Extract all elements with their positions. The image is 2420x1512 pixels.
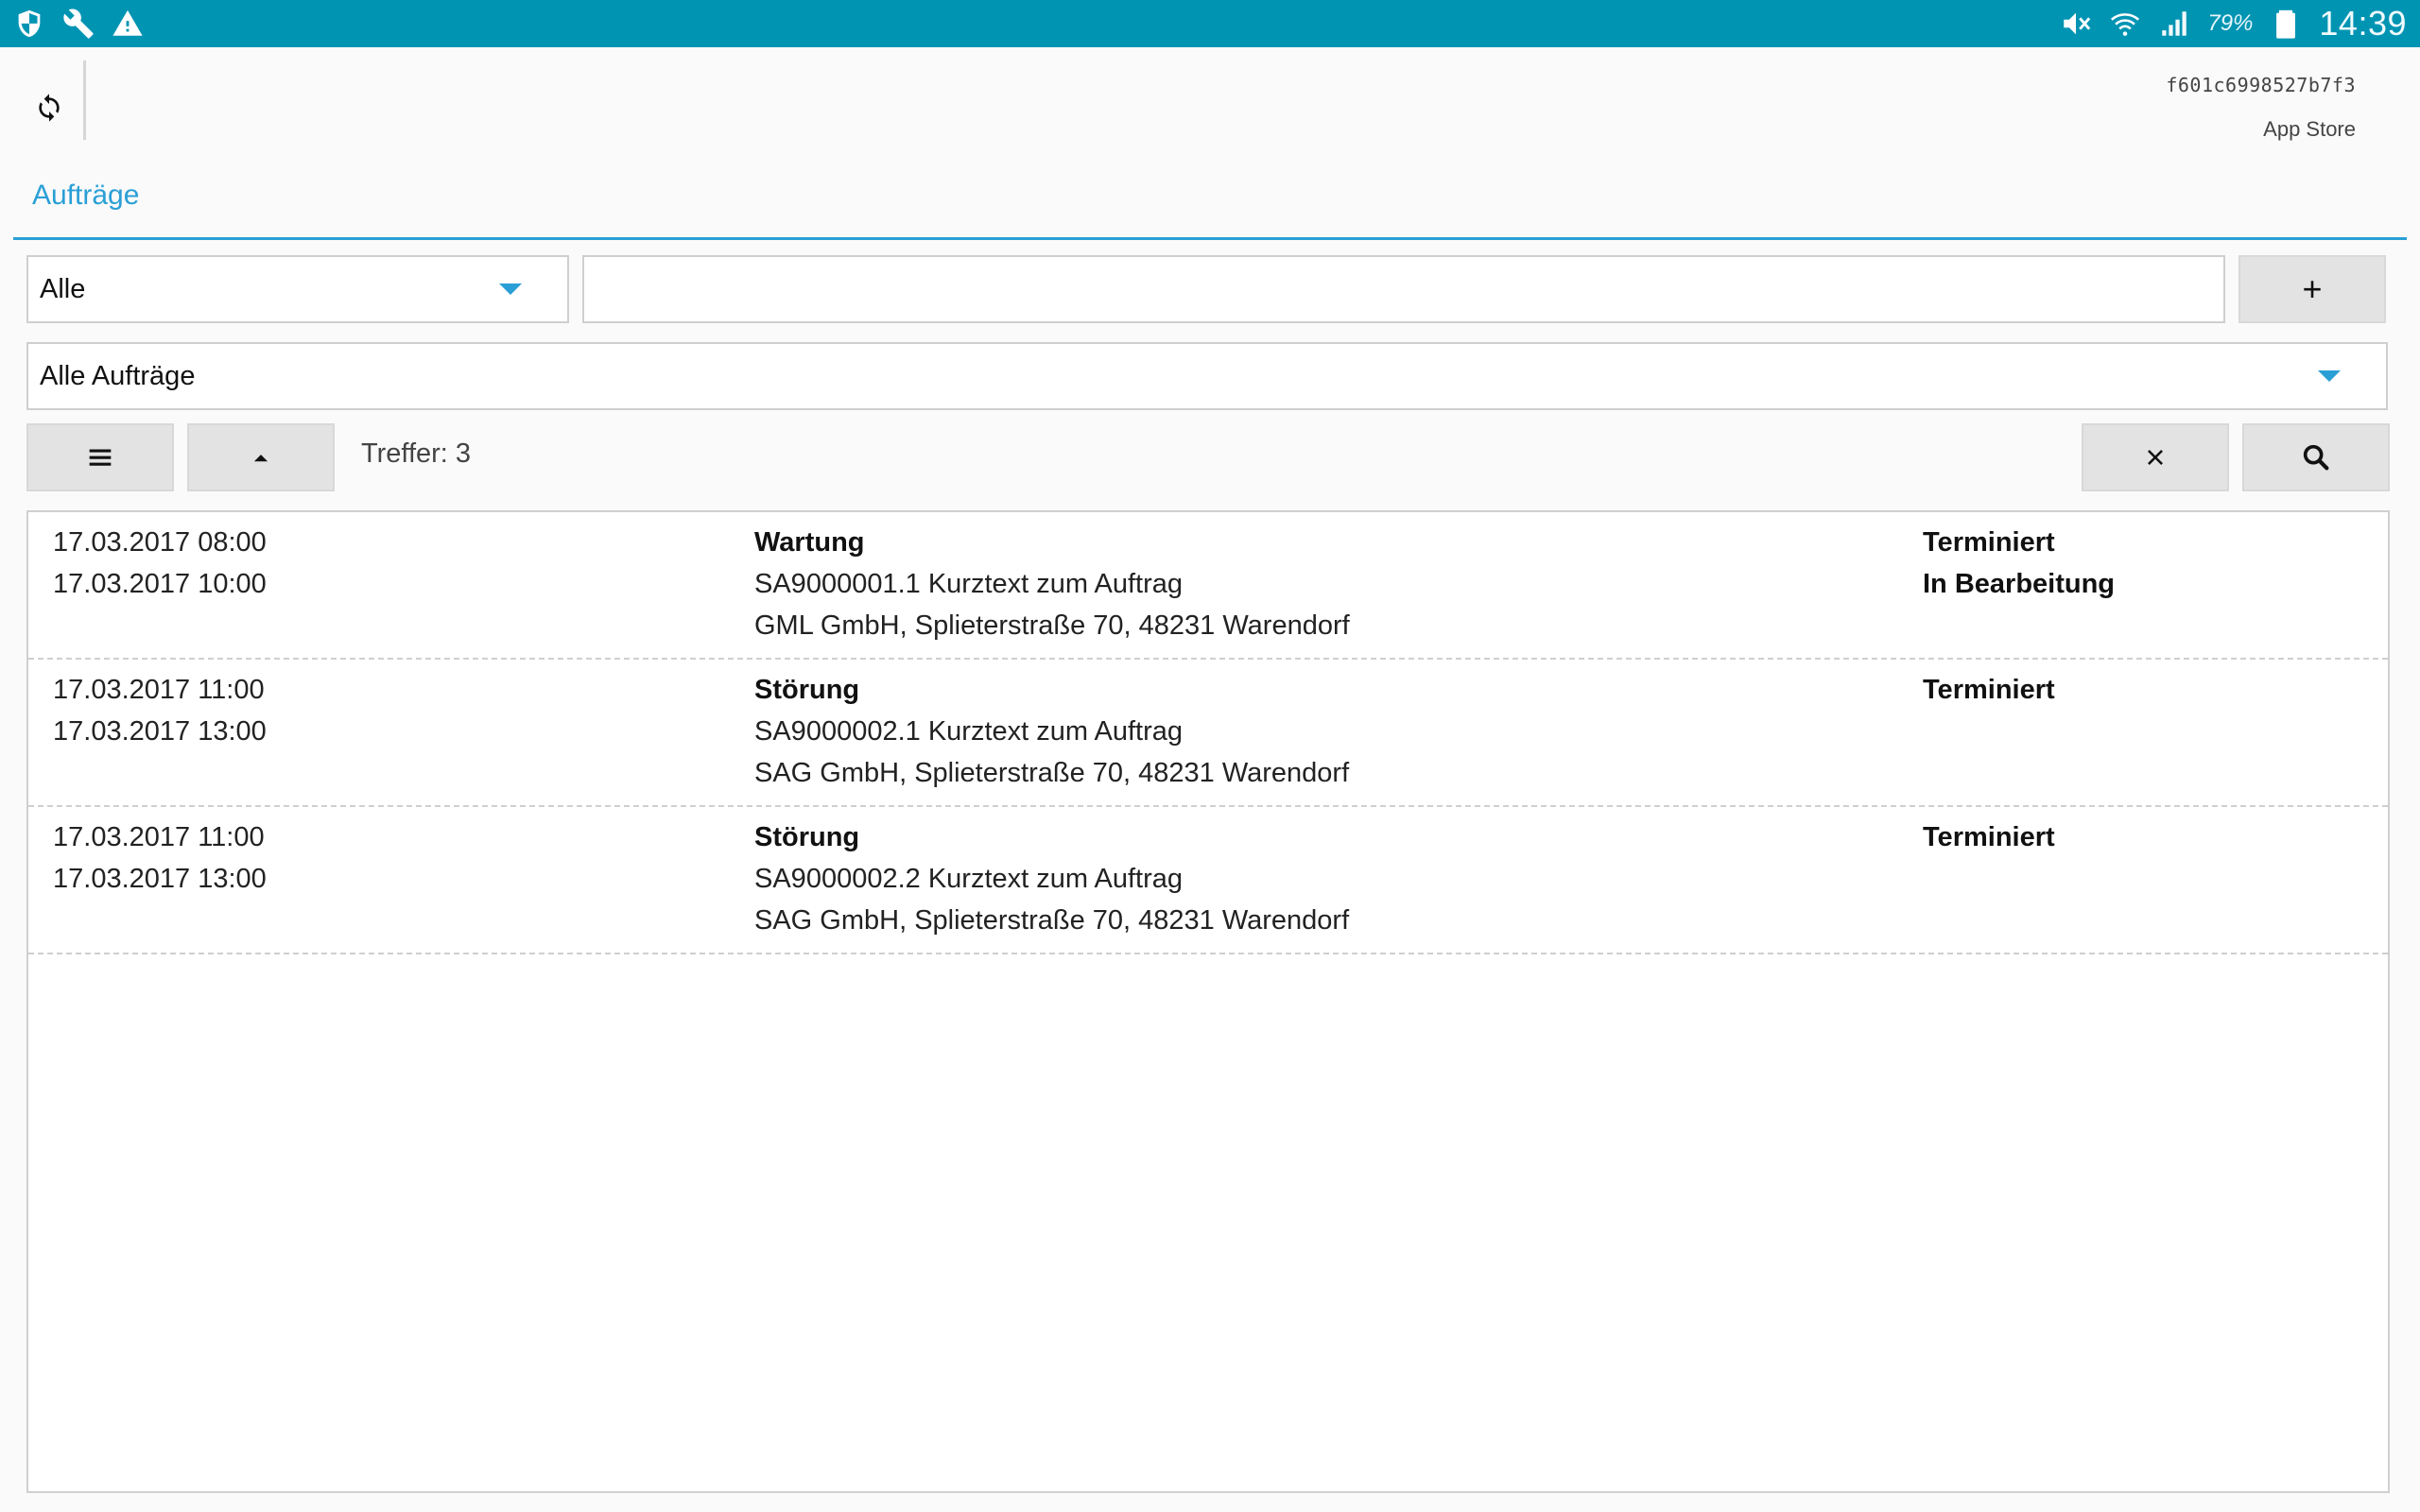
warning-icon <box>112 8 144 40</box>
list-item[interactable]: 17.03.2017 11:00 17.03.2017 13:00 Störun… <box>28 660 2388 807</box>
order-status: Terminiert <box>1923 816 2055 858</box>
order-description: Störung SA9000002.2 Kurztext zum Auftrag… <box>754 816 1349 941</box>
order-status: Terminiert In Bearbeitung <box>1923 522 2115 605</box>
battery-percent: 79% <box>2207 10 2254 36</box>
order-address: SAG GmbH, Splieterstraße 70, 48231 Waren… <box>754 905 1350 936</box>
order-status-1: Terminiert <box>1923 527 2055 558</box>
caret-up-icon <box>253 455 268 462</box>
add-button[interactable]: + <box>2238 255 2386 323</box>
page-title[interactable]: Aufträge <box>32 180 139 212</box>
battery-icon <box>2270 8 2302 40</box>
orders-list: 17.03.2017 08:00 17.03.2017 10:00 Wartun… <box>26 510 2390 1493</box>
wrench-icon <box>62 8 95 40</box>
order-type: Störung <box>754 675 860 705</box>
order-dates: 17.03.2017 11:00 17.03.2017 13:00 <box>53 816 267 900</box>
order-ref: SA9000002.1 Kurztext zum Auftrag <box>754 716 1183 747</box>
orders-select[interactable]: Alle Aufträge <box>26 342 2388 410</box>
order-start: 17.03.2017 11:00 <box>53 675 265 705</box>
order-status-1: Terminiert <box>1923 675 2055 705</box>
list-item[interactable]: 17.03.2017 11:00 17.03.2017 13:00 Störun… <box>28 807 2388 954</box>
status-bar-right: 79% 14:39 <box>2060 0 2407 47</box>
search-icon <box>2303 444 2329 471</box>
order-type: Wartung <box>754 527 865 558</box>
scope-select[interactable]: Alle <box>26 255 569 323</box>
sync-button[interactable] <box>26 85 72 130</box>
order-start: 17.03.2017 08:00 <box>53 527 267 558</box>
order-address: GML GmbH, Splieterstraße 70, 48231 Waren… <box>754 610 1350 641</box>
list-item[interactable]: 17.03.2017 08:00 17.03.2017 10:00 Wartun… <box>28 512 2388 660</box>
status-bar-left <box>13 6 144 42</box>
sync-icon <box>39 94 60 122</box>
order-status: Terminiert <box>1923 669 2055 711</box>
clock: 14:39 <box>2319 4 2407 43</box>
menu-button[interactable] <box>26 423 174 491</box>
app-store-link[interactable]: App Store <box>2263 117 2356 142</box>
hits-count: Treffer: 3 <box>361 438 472 469</box>
order-description: Wartung SA9000001.1 Kurztext zum Auftrag… <box>754 522 1350 646</box>
wifi-icon <box>2109 8 2141 40</box>
order-end: 17.03.2017 10:00 <box>53 569 267 599</box>
sort-button[interactable] <box>187 423 335 491</box>
chevron-down-icon <box>499 284 522 295</box>
shield-icon <box>13 8 45 40</box>
order-end: 17.03.2017 13:00 <box>53 864 267 894</box>
title-underline <box>13 237 2407 240</box>
menu-icon <box>89 449 112 466</box>
order-status-1: Terminiert <box>1923 822 2055 852</box>
add-button-label: + <box>2302 269 2323 308</box>
app-header: f601c6998527b7f3 App Store <box>0 47 2420 151</box>
order-start: 17.03.2017 11:00 <box>53 822 265 852</box>
order-end: 17.03.2017 13:00 <box>53 716 267 747</box>
order-ref: SA9000002.2 Kurztext zum Auftrag <box>754 864 1183 894</box>
search-button[interactable] <box>2242 423 2390 491</box>
status-bar: 79% 14:39 <box>0 0 2420 47</box>
scope-select-value: Alle <box>40 273 86 304</box>
order-dates: 17.03.2017 08:00 17.03.2017 10:00 <box>53 522 267 605</box>
order-type: Störung <box>754 822 860 852</box>
clear-button[interactable] <box>2082 423 2229 491</box>
orders-select-value: Alle Aufträge <box>40 360 196 391</box>
order-status-2: In Bearbeitung <box>1923 569 2116 599</box>
order-description: Störung SA9000002.1 Kurztext zum Auftrag… <box>754 669 1349 794</box>
order-ref: SA9000001.1 Kurztext zum Auftrag <box>754 569 1183 599</box>
order-address: SAG GmbH, Splieterstraße 70, 48231 Waren… <box>754 758 1350 788</box>
header-divider <box>83 60 86 140</box>
mute-icon <box>2060 8 2092 40</box>
search-input[interactable] <box>582 255 2225 323</box>
chevron-down-icon <box>2318 370 2341 382</box>
order-dates: 17.03.2017 11:00 17.03.2017 13:00 <box>53 669 267 752</box>
device-id: f601c6998527b7f3 <box>2166 74 2356 96</box>
signal-icon <box>2158 8 2190 40</box>
close-icon <box>2148 450 2163 465</box>
